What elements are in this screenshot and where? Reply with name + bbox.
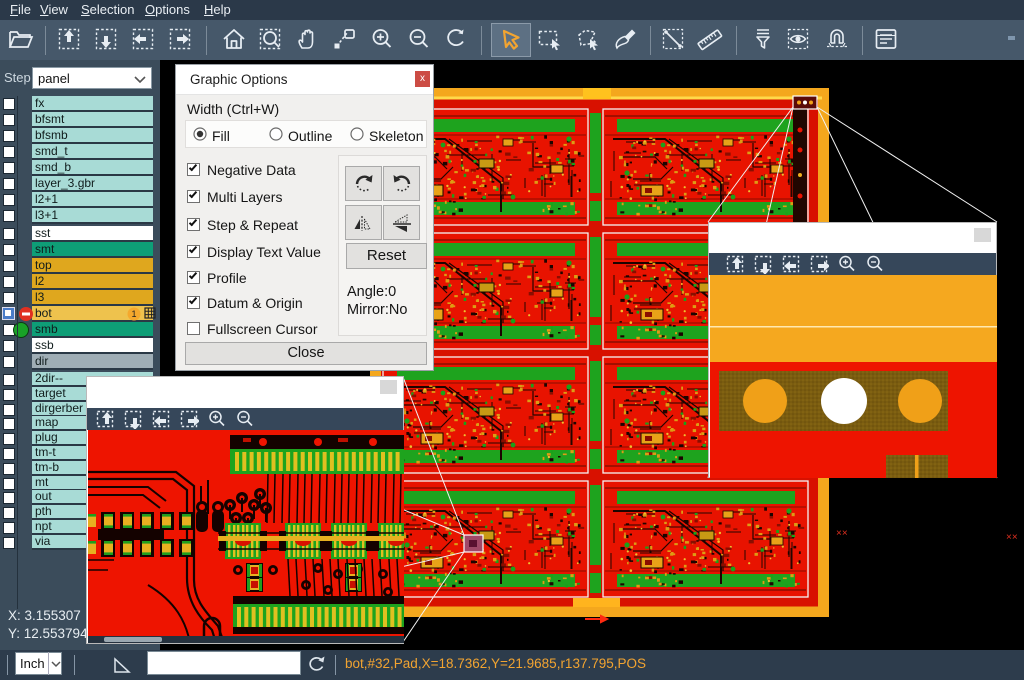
svg-text:××: ×× [836, 528, 848, 539]
svg-text:1: 1 [131, 309, 136, 319]
svg-text:××: ×× [1006, 532, 1018, 543]
